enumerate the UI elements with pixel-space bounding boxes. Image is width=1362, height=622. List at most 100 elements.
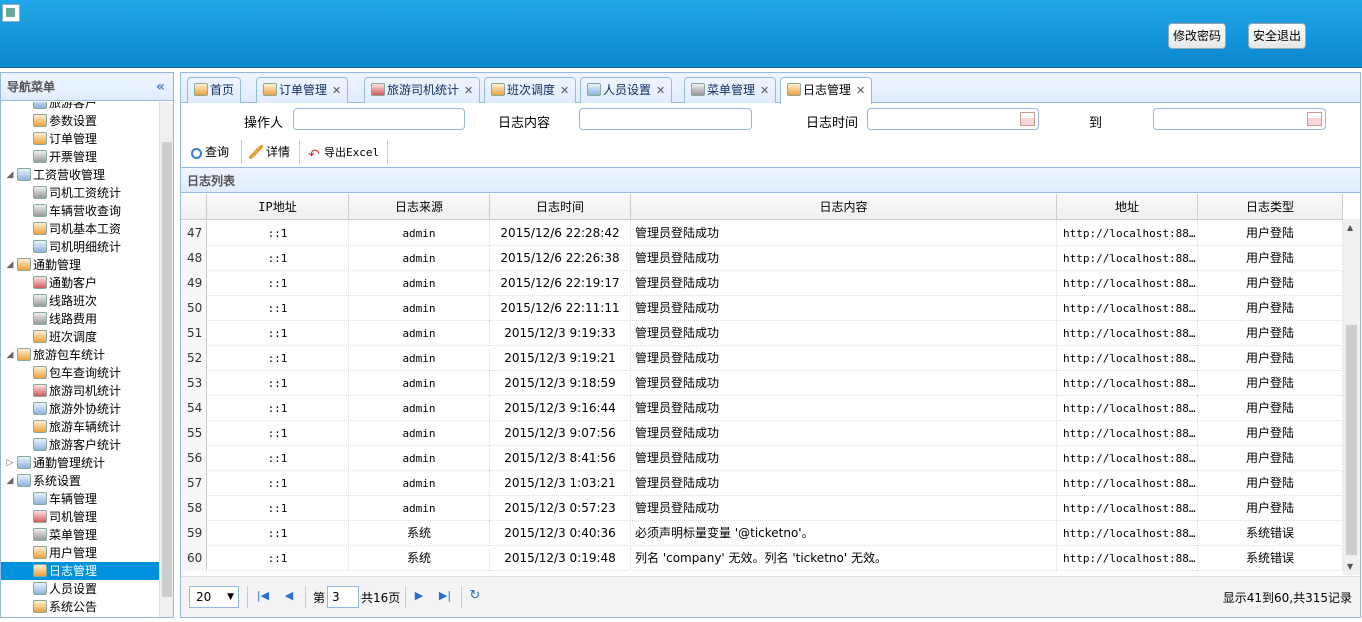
column-header[interactable]: 日志来源: [349, 194, 490, 220]
collapse-icon[interactable]: «: [156, 73, 165, 101]
table-cell: 2015/12/3 0:57:23: [490, 496, 631, 521]
table-row[interactable]: 49::1 admin 2015/12/6 22:19:17 管理员登陆成功 http:…: [181, 271, 1343, 296]
nav-item[interactable]: 司机管理: [1, 508, 159, 526]
grid-header: IP地址 日志来源 日志时间 日志内容 地址 日志类型: [181, 194, 1343, 220]
nav-item[interactable]: 用户管理: [1, 544, 159, 562]
nav-item[interactable]: 班次调度: [1, 328, 159, 346]
expand-arrow-icon[interactable]: ▷: [5, 454, 15, 472]
nav-item[interactable]: 人员设置: [1, 580, 159, 598]
nav-item[interactable]: ◢ 通勤管理: [1, 256, 159, 274]
start-date-input[interactable]: [867, 108, 1039, 130]
column-header[interactable]: 日志内容: [631, 194, 1057, 220]
nav-item[interactable]: 旅游客户统计: [1, 436, 159, 454]
collapse-arrow-icon[interactable]: ◢: [5, 472, 15, 490]
tab-item[interactable]: 订单管理 ✕: [256, 77, 349, 103]
nav-item[interactable]: ▷ 通勤管理统计: [1, 454, 159, 472]
end-date-input[interactable]: [1153, 108, 1326, 130]
operator-input[interactable]: [293, 108, 465, 130]
table-row[interactable]: 51::1 admin 2015/12/3 9:19:33 管理员登陆成功 http:/…: [181, 321, 1343, 346]
logout-button[interactable]: 安全退出: [1248, 23, 1306, 49]
table-row[interactable]: 47::1 admin 2015/12/6 22:28:42 管理员登陆成功 http:…: [181, 221, 1343, 246]
nav-item[interactable]: 订单管理: [1, 130, 159, 148]
close-icon[interactable]: ✕: [656, 84, 665, 97]
nav-item[interactable]: 司机明细统计: [1, 238, 159, 256]
change-password-button[interactable]: 修改密码: [1168, 23, 1226, 49]
tab-label: 人员设置: [603, 83, 652, 97]
nav-item[interactable]: 旅游车辆统计: [1, 418, 159, 436]
nav-item[interactable]: 系统公告: [1, 598, 159, 616]
filter-bar: 操作人 日志内容 日志时间 到 查询 详情 ↶ 导出Excel: [181, 104, 1360, 164]
scroll-up-icon[interactable]: ▲: [1347, 223, 1353, 232]
table-row[interactable]: 58::1 admin 2015/12/3 0:57:23 管理员登陆成功 http:/…: [181, 496, 1343, 521]
content-input[interactable]: [579, 108, 752, 130]
column-header[interactable]: IP地址: [207, 194, 349, 220]
nav-item[interactable]: ◢ 工资营收管理: [1, 166, 159, 184]
collapse-arrow-icon[interactable]: ◢: [5, 346, 15, 364]
refresh-icon[interactable]: ↻: [467, 588, 483, 604]
tab-item[interactable]: 旅游司机统计 ✕: [364, 77, 481, 103]
nav-item[interactable]: 旅游司机统计: [1, 382, 159, 400]
tab-item[interactable]: 班次调度 ✕: [484, 77, 577, 103]
close-icon[interactable]: ✕: [760, 84, 769, 97]
table-row[interactable]: 53::1 admin 2015/12/3 9:18:59 管理员登陆成功 http:/…: [181, 371, 1343, 396]
table-row[interactable]: 57::1 admin 2015/12/3 1:03:21 管理员登陆成功 http:/…: [181, 471, 1343, 496]
nav-item[interactable]: 旅游客户: [1, 102, 159, 112]
query-button[interactable]: 查询: [191, 141, 229, 163]
tab-home[interactable]: 首页: [187, 77, 242, 103]
grid-scrollbar[interactable]: ▲ ▼: [1343, 219, 1360, 575]
next-page-icon[interactable]: ▶: [411, 588, 427, 604]
nav-item[interactable]: 参数设置: [1, 112, 159, 130]
collapse-arrow-icon[interactable]: ◢: [5, 256, 15, 274]
last-page-icon[interactable]: ▶|: [437, 588, 453, 604]
tab-item[interactable]: 日志管理 ✕: [780, 77, 873, 104]
nav-item[interactable]: 司机工资统计: [1, 184, 159, 202]
nav-item[interactable]: 司机基本工资: [1, 220, 159, 238]
column-header[interactable]: 日志类型: [1198, 194, 1343, 220]
table-row[interactable]: 55::1 admin 2015/12/3 9:07:56 管理员登陆成功 http:/…: [181, 421, 1343, 446]
collapse-arrow-icon[interactable]: ◢: [5, 166, 15, 184]
detail-button[interactable]: 详情: [249, 141, 290, 163]
nav-item[interactable]: ◢ 系统设置: [1, 472, 159, 490]
close-icon[interactable]: ✕: [332, 84, 341, 97]
column-header[interactable]: 日志时间: [490, 194, 631, 220]
nav-item[interactable]: 包车查询统计: [1, 364, 159, 382]
nav-item[interactable]: 通勤客户: [1, 274, 159, 292]
tab-item[interactable]: 人员设置 ✕: [580, 77, 673, 103]
table-row[interactable]: 60::1 系统 2015/12/3 0:19:48 列名 'company' 无效。…: [181, 546, 1343, 571]
calendar-icon[interactable]: [1307, 112, 1322, 126]
nav-item[interactable]: ◢ 旅游包车统计: [1, 346, 159, 364]
table-row[interactable]: 48::1 admin 2015/12/6 22:26:38 管理员登陆成功 http:…: [181, 246, 1343, 271]
close-icon[interactable]: ✕: [560, 84, 569, 97]
table-row[interactable]: 56::1 admin 2015/12/3 8:41:56 管理员登陆成功 http:/…: [181, 446, 1343, 471]
nav-item[interactable]: 菜单管理: [1, 526, 159, 544]
table-row[interactable]: 59::1 系统 2015/12/3 0:40:36 必须声明标量变量 '@ticke…: [181, 521, 1343, 546]
nav-item-label: 司机明细统计: [49, 240, 122, 254]
export-excel-button[interactable]: ↶ 导出Excel: [307, 141, 379, 163]
column-header[interactable]: 地址: [1057, 194, 1198, 220]
nav-item[interactable]: 开票管理: [1, 148, 159, 166]
first-page-icon[interactable]: |◀: [255, 588, 271, 604]
nav-scrollbar[interactable]: [159, 102, 173, 617]
scroll-down-icon[interactable]: ▼: [1347, 562, 1353, 571]
grid-scrollbar-thumb[interactable]: [1346, 325, 1357, 555]
prev-page-icon[interactable]: ◀: [281, 588, 297, 604]
nav-item[interactable]: 车辆管理: [1, 490, 159, 508]
chevron-down-icon: ▼: [227, 592, 234, 602]
tab-item[interactable]: 菜单管理 ✕: [684, 77, 777, 103]
table-row[interactable]: 54::1 admin 2015/12/3 9:16:44 管理员登陆成功 http:/…: [181, 396, 1343, 421]
nav-item[interactable]: 车辆营收查询: [1, 202, 159, 220]
calendar-icon[interactable]: [1020, 112, 1035, 126]
nav-item[interactable]: 线路费用: [1, 310, 159, 328]
nav-item[interactable]: 日志管理: [1, 562, 159, 580]
close-icon[interactable]: ✕: [464, 84, 473, 97]
page-size-select[interactable]: 20 ▼: [189, 586, 239, 608]
page-number-input[interactable]: 3: [327, 586, 359, 608]
undo-arrow-icon: ↶: [308, 147, 320, 163]
table-row[interactable]: 50::1 admin 2015/12/6 22:11:11 管理员登陆成功 http:…: [181, 296, 1343, 321]
close-icon[interactable]: ✕: [856, 84, 865, 97]
nav-item[interactable]: 线路班次: [1, 292, 159, 310]
table-cell: ::1: [207, 446, 349, 471]
nav-item[interactable]: 旅游外协统计: [1, 400, 159, 418]
table-row[interactable]: 52::1 admin 2015/12/3 9:19:21 管理员登陆成功 http:/…: [181, 346, 1343, 371]
nav-scrollbar-thumb[interactable]: [162, 142, 172, 597]
